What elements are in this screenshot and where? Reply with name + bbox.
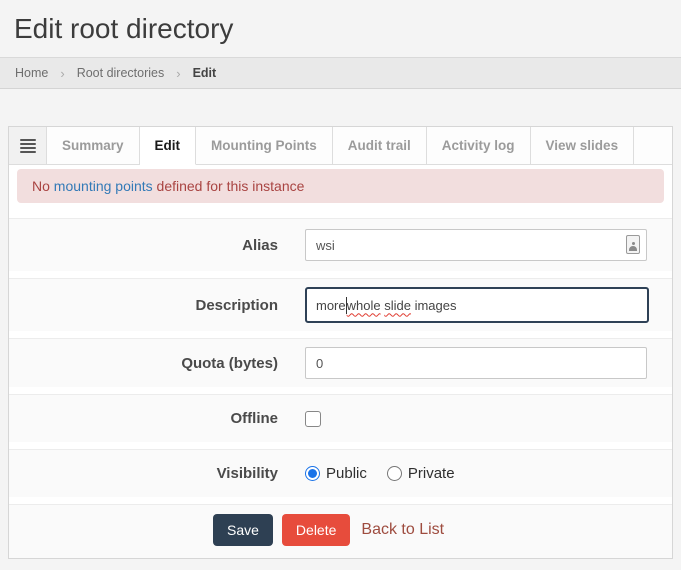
visibility-option-public[interactable]: Public (305, 465, 367, 482)
tab-menu[interactable] (9, 127, 47, 164)
no-mounting-points-alert: No mounting points defined for this inst… (17, 169, 664, 203)
description-row: Description morewhole slide images (9, 278, 672, 331)
alias-row: Alias (9, 218, 672, 271)
edit-form: Alias Description morewhole slide images… (9, 203, 672, 558)
description-label: Description (9, 297, 278, 314)
breadcrumb-home[interactable]: Home (15, 66, 48, 80)
page-header: Edit root directory (0, 0, 681, 57)
tab-audit-trail[interactable]: Audit trail (333, 127, 427, 164)
alert-text-prefix: No (32, 178, 54, 194)
menu-icon (20, 137, 36, 155)
visibility-option-private[interactable]: Private (387, 465, 455, 482)
back-to-list-link[interactable]: Back to List (361, 521, 444, 539)
offline-checkbox[interactable] (305, 411, 321, 427)
visibility-row: Visibility Public Private (9, 449, 672, 497)
tab-mounting-points[interactable]: Mounting Points (196, 127, 333, 164)
alias-input[interactable] (305, 229, 647, 261)
save-button[interactable]: Save (213, 514, 273, 546)
description-text-segment: more (316, 298, 346, 313)
offline-label: Offline (9, 410, 278, 427)
delete-button[interactable]: Delete (282, 514, 350, 546)
autofill-profile-icon[interactable] (626, 235, 640, 254)
breadcrumb-separator-icon: › (176, 66, 180, 81)
offline-row: Offline (9, 394, 672, 442)
breadcrumb-separator-icon: › (60, 66, 64, 81)
form-actions-row: Save Delete Back to List (9, 504, 672, 558)
visibility-radio-private[interactable] (387, 466, 402, 481)
description-text-segment: whole (347, 298, 381, 313)
tab-activity-log[interactable]: Activity log (427, 127, 531, 164)
description-text-segment: slide (384, 298, 411, 313)
tab-view-slides[interactable]: View slides (531, 127, 635, 164)
alias-label: Alias (9, 237, 278, 254)
visibility-private-label: Private (408, 465, 455, 482)
breadcrumb: Home › Root directories › Edit (0, 57, 681, 89)
tab-edit[interactable]: Edit (140, 127, 197, 165)
description-text-segment: images (411, 298, 457, 313)
alert-text-suffix: defined for this instance (153, 178, 305, 194)
quota-label: Quota (bytes) (9, 355, 278, 372)
description-input[interactable]: morewhole slide images (305, 287, 649, 323)
tab-summary[interactable]: Summary (47, 127, 140, 164)
tab-bar-filler (634, 127, 672, 164)
page-title: Edit root directory (14, 13, 681, 45)
tab-bar: Summary Edit Mounting Points Audit trail… (9, 127, 672, 165)
quota-input[interactable] (305, 347, 647, 379)
mounting-points-link[interactable]: mounting points (54, 178, 153, 194)
content-panel: Summary Edit Mounting Points Audit trail… (8, 126, 673, 559)
visibility-label: Visibility (9, 465, 278, 482)
breadcrumb-edit: Edit (193, 66, 217, 80)
visibility-public-label: Public (326, 465, 367, 482)
quota-row: Quota (bytes) (9, 338, 672, 387)
visibility-radio-public[interactable] (305, 466, 320, 481)
breadcrumb-root-directories[interactable]: Root directories (77, 66, 165, 80)
